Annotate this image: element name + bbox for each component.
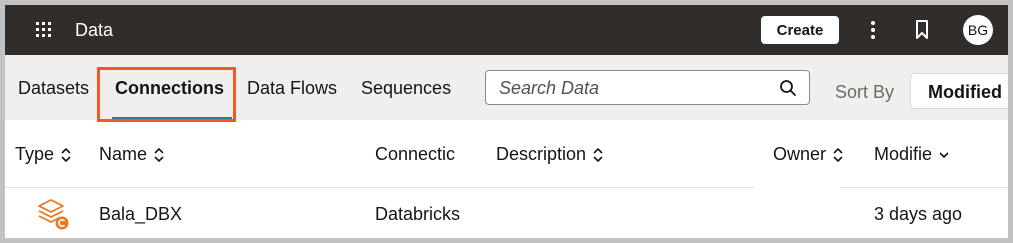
column-header-connection[interactable]: Connectic bbox=[375, 144, 455, 165]
tab-sequences[interactable]: Sequences bbox=[361, 78, 451, 99]
column-header-description[interactable]: Description bbox=[496, 144, 604, 165]
tab-data-flows[interactable]: Data Flows bbox=[247, 78, 337, 99]
create-button[interactable]: Create bbox=[761, 16, 839, 44]
chevron-down-icon bbox=[939, 151, 949, 158]
column-header-modified[interactable]: Modifie bbox=[874, 144, 950, 165]
app-title: Data bbox=[75, 20, 114, 40]
header-divider bbox=[5, 187, 1008, 188]
tab-toolbar: Datasets Connections Data Flows Sequence… bbox=[5, 55, 1008, 122]
tab-datasets[interactable]: Datasets bbox=[18, 78, 89, 99]
user-avatar[interactable]: BG bbox=[963, 15, 993, 45]
sort-updown-icon bbox=[154, 147, 164, 162]
column-header-name[interactable]: Name bbox=[99, 144, 165, 165]
sort-updown-icon bbox=[61, 147, 71, 162]
column-header-type[interactable]: Type bbox=[15, 144, 72, 165]
sort-updown-icon bbox=[833, 147, 843, 162]
sort-by-select[interactable]: Modified bbox=[910, 73, 1008, 109]
highlight-annotation bbox=[97, 67, 236, 122]
search-placeholder: Search Data bbox=[499, 78, 600, 98]
sort-by-label: Sort By bbox=[835, 82, 895, 102]
databricks-connection-icon bbox=[38, 199, 69, 230]
column-header-owner[interactable]: Owner bbox=[773, 144, 844, 165]
sort-updown-icon bbox=[593, 147, 603, 162]
search-icon[interactable] bbox=[779, 79, 797, 97]
cell-name[interactable]: Bala_DBX bbox=[99, 204, 182, 225]
app-launcher-icon[interactable] bbox=[36, 22, 52, 38]
app-window: Data Create BG Datasets Connections Data… bbox=[0, 0, 1013, 243]
bookmark-icon[interactable] bbox=[915, 20, 929, 40]
cell-modified: 3 days ago bbox=[874, 204, 963, 224]
sort-by-value: Modified bbox=[928, 82, 1002, 102]
cell-connection: Databricks bbox=[375, 204, 461, 224]
search-input[interactable]: Search Data bbox=[485, 70, 810, 105]
top-bar: Data Create BG bbox=[5, 5, 1008, 55]
more-actions-icon[interactable] bbox=[868, 20, 878, 40]
